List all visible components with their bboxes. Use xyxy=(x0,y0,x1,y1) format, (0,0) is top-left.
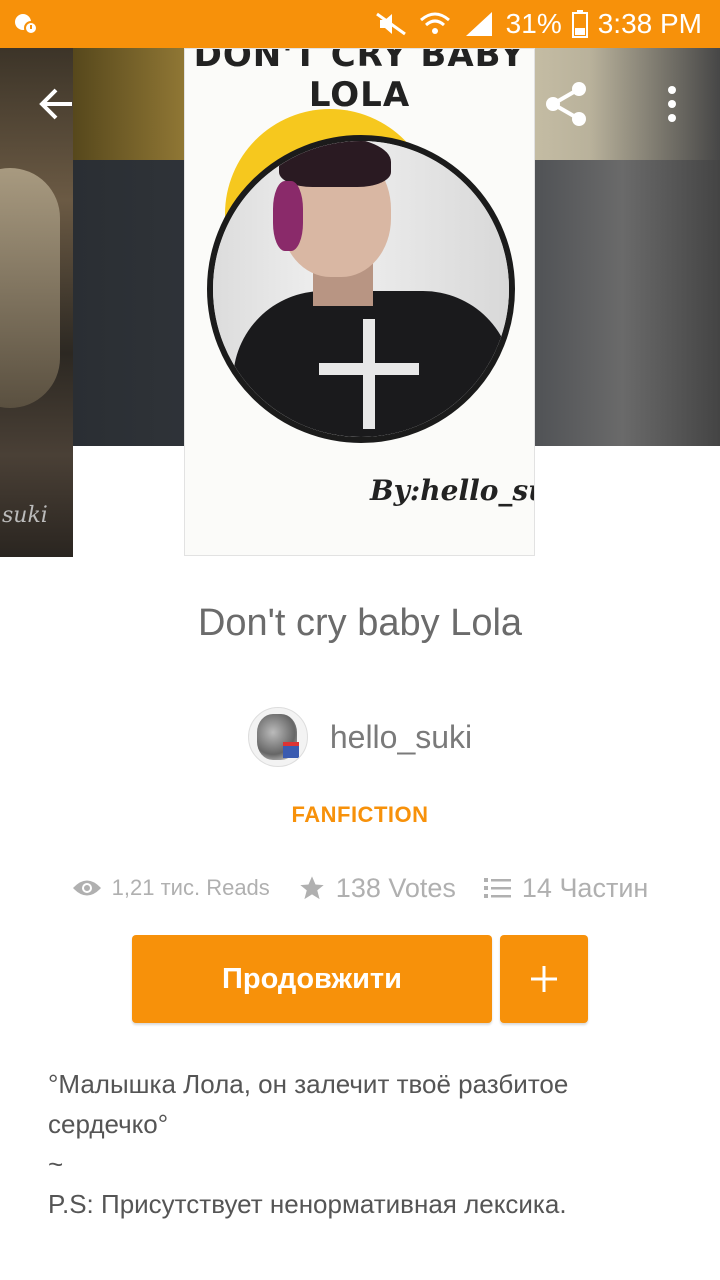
share-button[interactable] xyxy=(540,78,592,130)
back-button[interactable] xyxy=(30,78,82,130)
thumbnail-signature: suki xyxy=(2,503,48,528)
description-line: P.S: Присутствует ненормативная лексика. xyxy=(48,1189,567,1219)
category-label[interactable]: FANFICTION xyxy=(0,802,720,828)
description-line: ~ xyxy=(48,1149,64,1179)
notification-icon xyxy=(15,14,38,35)
author-avatar[interactable] xyxy=(247,707,308,767)
votes-count: 138 Votes xyxy=(335,872,456,903)
plus-icon xyxy=(531,966,557,992)
parts-count: 14 Частин xyxy=(521,872,649,903)
reads-count: 1,21 тис. Reads xyxy=(111,875,270,900)
cover-byline: By:hello_suki xyxy=(370,474,534,507)
story-cover: DON'T CRY BABY LOLA By:hello_suki xyxy=(184,48,535,556)
signal-icon xyxy=(465,12,492,36)
parts-stat: 14 Частин xyxy=(483,872,649,904)
battery-icon xyxy=(571,10,588,38)
list-icon xyxy=(483,878,511,898)
story-description: °Малышка Лола, он залечит твоё разбитое … xyxy=(48,1064,678,1224)
eye-icon xyxy=(72,880,101,896)
story-stats: 1,21 тис. Reads 138 Votes 14 Частин xyxy=(0,866,720,910)
reads-stat: 1,21 тис. Reads xyxy=(72,875,270,901)
more-options-button[interactable] xyxy=(646,78,698,130)
votes-stat: 138 Votes xyxy=(298,873,456,904)
continue-label: Продовжити xyxy=(222,962,402,995)
mute-icon xyxy=(375,12,406,36)
author-name[interactable]: hello_suki xyxy=(330,719,472,756)
star-icon xyxy=(300,876,324,900)
cover-title-text: DON'T CRY BABY LOLA xyxy=(193,48,526,115)
battery-percent: 31% xyxy=(505,8,562,39)
story-title: Don't cry baby Lola xyxy=(197,602,523,644)
share-icon xyxy=(546,82,586,126)
wifi-icon xyxy=(419,12,450,34)
arrow-left-icon xyxy=(39,88,72,120)
continue-reading-button[interactable]: Продовжити xyxy=(132,935,492,1023)
description-line: °Малышка Лола, он залечит твоё разбитое … xyxy=(48,1069,569,1139)
more-vertical-icon xyxy=(668,86,676,122)
cover-portrait xyxy=(207,135,515,443)
status-bar: 31% 3:38 PM xyxy=(0,0,720,48)
clock: 3:38 PM xyxy=(597,8,702,39)
author-row[interactable]: hello_suki xyxy=(0,706,720,768)
add-to-library-button[interactable] xyxy=(500,935,588,1023)
